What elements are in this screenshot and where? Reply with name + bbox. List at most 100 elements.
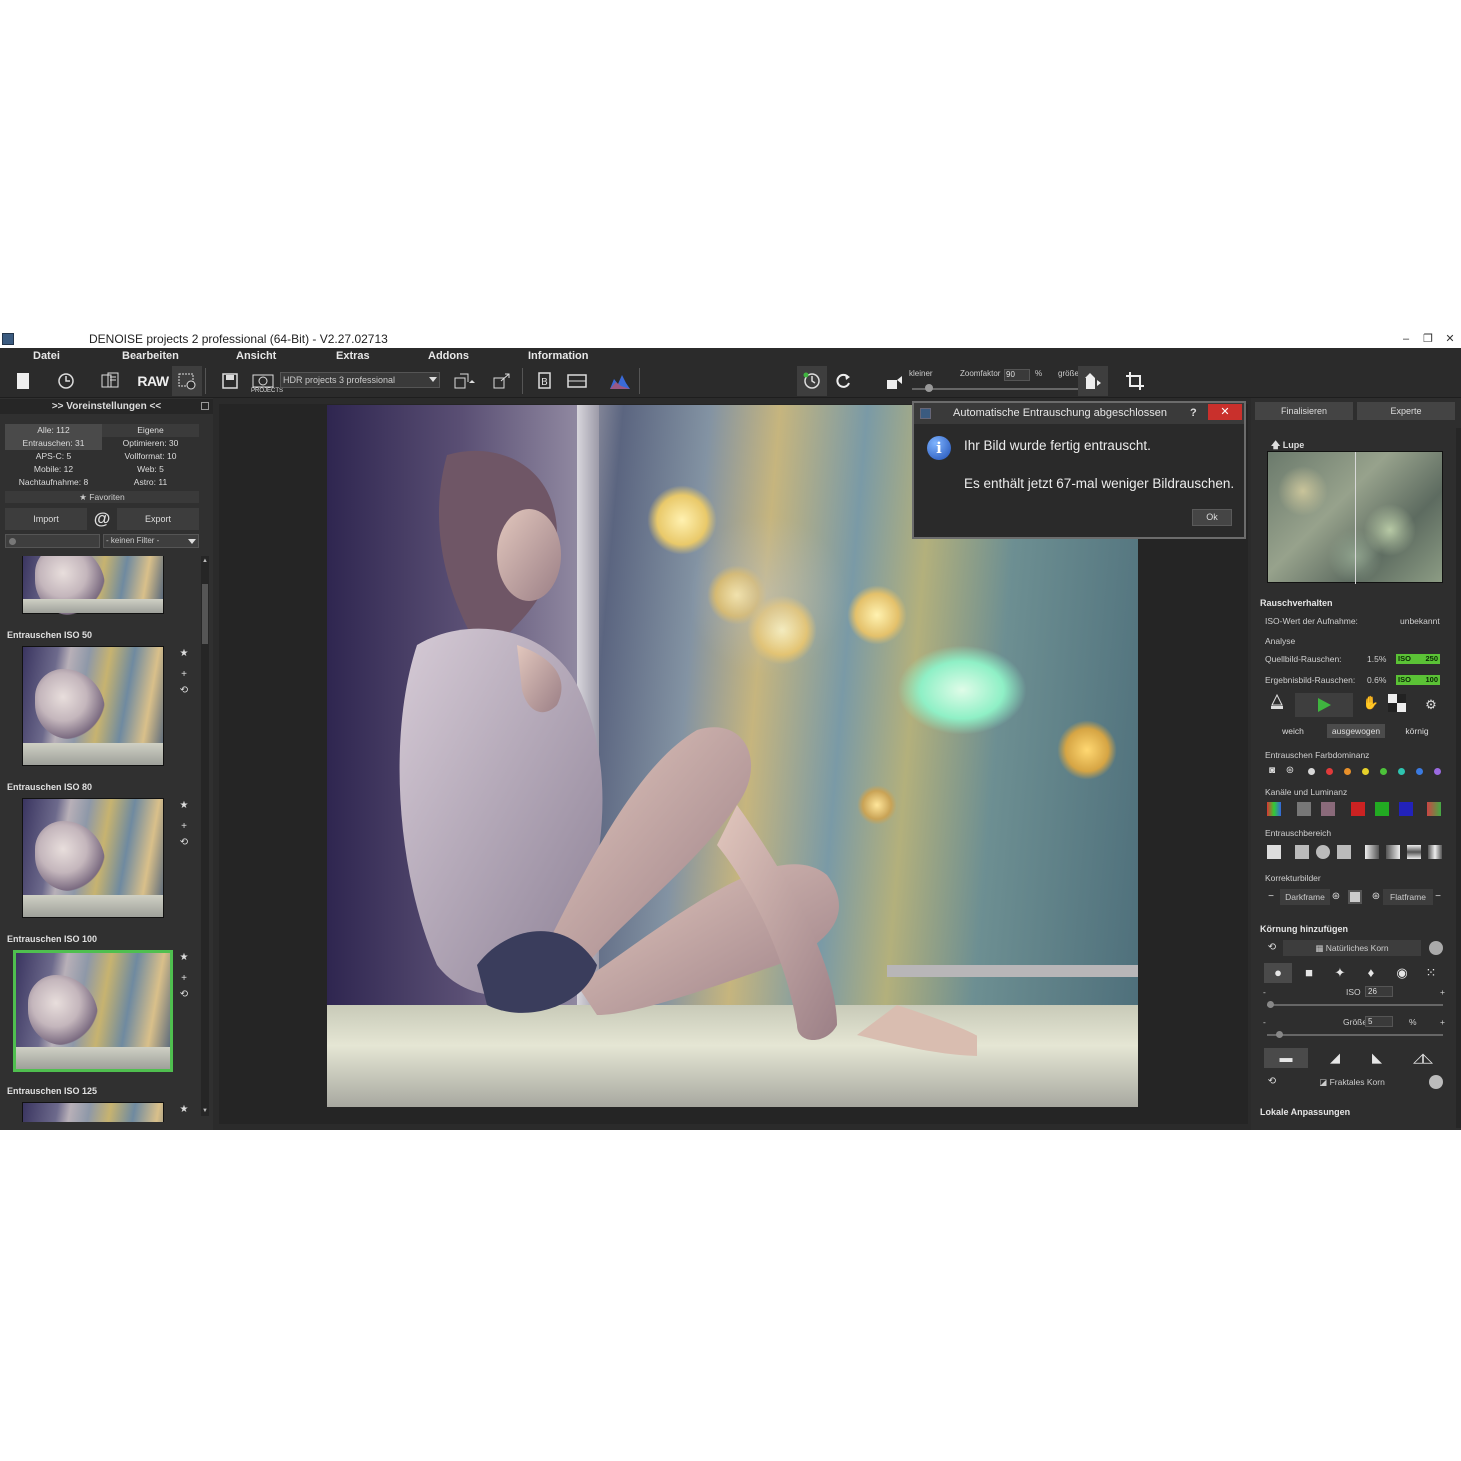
category-nachtaufnahme[interactable]: Nachtaufnahme: 8	[5, 476, 102, 489]
refresh-icon[interactable]: ⟲	[178, 685, 190, 697]
zoom-factor-input[interactable]: 90	[1004, 369, 1030, 381]
category-vollformat[interactable]: Vollformat: 10	[102, 450, 199, 463]
brush-icon[interactable]: ✋	[1359, 691, 1383, 715]
batch-icon[interactable]	[95, 366, 125, 396]
menu-ansicht[interactable]: Ansicht	[236, 350, 276, 362]
fractal-grain-button[interactable]: ◪ Fraktales Korn	[1283, 1074, 1421, 1090]
filter-select[interactable]: - keinen Filter -	[103, 534, 199, 548]
add-icon[interactable]: +	[178, 973, 190, 985]
natural-grain-button[interactable]: ▦ Natürliches Korn	[1283, 940, 1421, 956]
size-slider-plus[interactable]: +	[1440, 1017, 1445, 1027]
size-slider-minus[interactable]: -	[1263, 1017, 1266, 1027]
star-icon[interactable]: ★	[178, 1104, 190, 1116]
color-dot-red[interactable]	[1326, 768, 1333, 775]
print-icon[interactable]: B	[530, 366, 560, 396]
fractal-sphere-icon[interactable]	[1429, 1075, 1443, 1089]
correction-compare-icon[interactable]	[1348, 890, 1362, 904]
category-web[interactable]: Web: 5	[102, 463, 199, 476]
menu-bearbeiten[interactable]: Bearbeiten	[122, 350, 179, 362]
channel-blue-button[interactable]	[1399, 802, 1413, 816]
category-astro[interactable]: Astro: 11	[102, 476, 199, 489]
mode-weich[interactable]: weich	[1265, 724, 1321, 738]
color-dot-blue[interactable]	[1416, 768, 1423, 775]
iso-slider-minus[interactable]: -	[1263, 987, 1266, 997]
color-dot-purple[interactable]	[1434, 768, 1441, 775]
iso-grain-slider-thumb[interactable]	[1267, 1001, 1274, 1008]
grain-distribution-falling[interactable]: ◣	[1363, 1048, 1391, 1068]
channel-color-button[interactable]	[1321, 802, 1335, 816]
range-shadows-button[interactable]	[1295, 845, 1309, 859]
send-to-icon[interactable]	[450, 366, 480, 396]
add-icon[interactable]: +	[178, 821, 190, 833]
channel-green-button[interactable]	[1375, 802, 1389, 816]
refresh-icon[interactable]: ⟲	[178, 837, 190, 849]
iso-slider-plus[interactable]: +	[1440, 987, 1445, 997]
darkframe-remove-icon[interactable]: −	[1264, 890, 1278, 904]
color-dot-white[interactable]	[1308, 768, 1315, 775]
manual-denoise-icon[interactable]	[1265, 693, 1289, 717]
reset-icon[interactable]: ⊛	[1283, 764, 1297, 778]
color-dot-cyan[interactable]	[1398, 768, 1405, 775]
range-gradient-edge-button[interactable]	[1428, 845, 1442, 859]
redo-icon[interactable]	[828, 366, 858, 396]
flatframe-button[interactable]: Flatframe	[1383, 889, 1433, 905]
iso-grain-slider[interactable]	[1267, 1004, 1443, 1006]
darkframe-button[interactable]: Darkframe	[1280, 889, 1330, 905]
grain-shape-circle[interactable]: ●	[1264, 963, 1292, 983]
raw-button[interactable]: RAW	[137, 366, 169, 396]
tab-experte[interactable]: Experte	[1357, 402, 1455, 420]
play-denoise-button[interactable]	[1295, 693, 1353, 717]
range-gradient-left-button[interactable]	[1365, 845, 1379, 859]
menu-extras[interactable]: Extras	[336, 350, 370, 362]
zoom-out-icon[interactable]	[879, 366, 909, 396]
history-icon[interactable]	[51, 366, 81, 396]
loupe-preview[interactable]	[1267, 451, 1443, 584]
category-optimieren[interactable]: Optimieren: 30	[102, 437, 199, 450]
grain-shape-square[interactable]: ■	[1295, 963, 1323, 983]
size-grain-input[interactable]: 5	[1365, 1016, 1393, 1027]
scroll-down-icon[interactable]: ▼	[201, 1106, 209, 1116]
settings-scrollbar[interactable]	[1456, 428, 1461, 1128]
help-button[interactable]: ?	[1190, 403, 1197, 424]
star-icon[interactable]: ★	[178, 648, 190, 660]
grain-distribution-rising[interactable]: ◢	[1321, 1048, 1349, 1068]
auto-denoise-icon[interactable]	[797, 366, 827, 396]
grain-shape-star[interactable]: ✦	[1326, 963, 1354, 983]
dialog-title-bar[interactable]: Automatische Entrauschung abgeschlossen …	[914, 403, 1244, 424]
channel-luminance-button[interactable]	[1297, 802, 1311, 816]
menu-datei[interactable]: Datei	[33, 350, 60, 362]
import-button[interactable]: Import	[5, 508, 87, 530]
range-midtones-button[interactable]	[1316, 845, 1330, 859]
refresh-icon[interactable]: ⟲	[178, 989, 190, 1001]
camera-icon[interactable]: ◙	[1265, 764, 1279, 778]
loupe-split-line[interactable]	[1355, 452, 1356, 584]
restore-button[interactable]: ❐	[1417, 330, 1439, 348]
category-alle[interactable]: Alle: 112	[5, 424, 102, 437]
color-dot-orange[interactable]	[1344, 768, 1351, 775]
preset-scrollbar[interactable]: ▲ ▼	[201, 556, 209, 1116]
menu-information[interactable]: Information	[528, 350, 589, 362]
channel-red-button[interactable]	[1351, 802, 1365, 816]
color-dot-green[interactable]	[1380, 768, 1387, 775]
export-button[interactable]: Export	[117, 508, 199, 530]
mode-koernig[interactable]: körnig	[1389, 724, 1445, 738]
channel-rgb-button[interactable]	[1267, 802, 1281, 816]
projects-export-icon[interactable]: PROJECTS	[248, 366, 283, 396]
flatframe-toggle-icon[interactable]: ⊛	[1369, 890, 1383, 904]
add-icon[interactable]: +	[178, 669, 190, 681]
category-mobile[interactable]: Mobile: 12	[5, 463, 102, 476]
range-gradient-right-button[interactable]	[1386, 845, 1400, 859]
mode-ausgewogen[interactable]: ausgewogen	[1327, 724, 1385, 738]
zoom-slider[interactable]	[912, 388, 1082, 390]
zoom-in-icon[interactable]	[1078, 366, 1108, 396]
close-button[interactable]: ✕	[1439, 330, 1461, 348]
presets-header[interactable]: >> Voreinstellungen <<	[0, 399, 213, 414]
flatframe-remove-icon[interactable]: −	[1431, 890, 1445, 904]
size-grain-slider[interactable]	[1267, 1034, 1443, 1036]
ok-button[interactable]: Ok	[1192, 509, 1232, 526]
scrollbar-thumb[interactable]	[202, 584, 208, 644]
new-file-icon[interactable]	[8, 366, 38, 396]
grain-sphere-icon[interactable]	[1429, 941, 1443, 955]
preset-search-input[interactable]	[5, 534, 100, 548]
pin-icon[interactable]	[201, 402, 209, 410]
